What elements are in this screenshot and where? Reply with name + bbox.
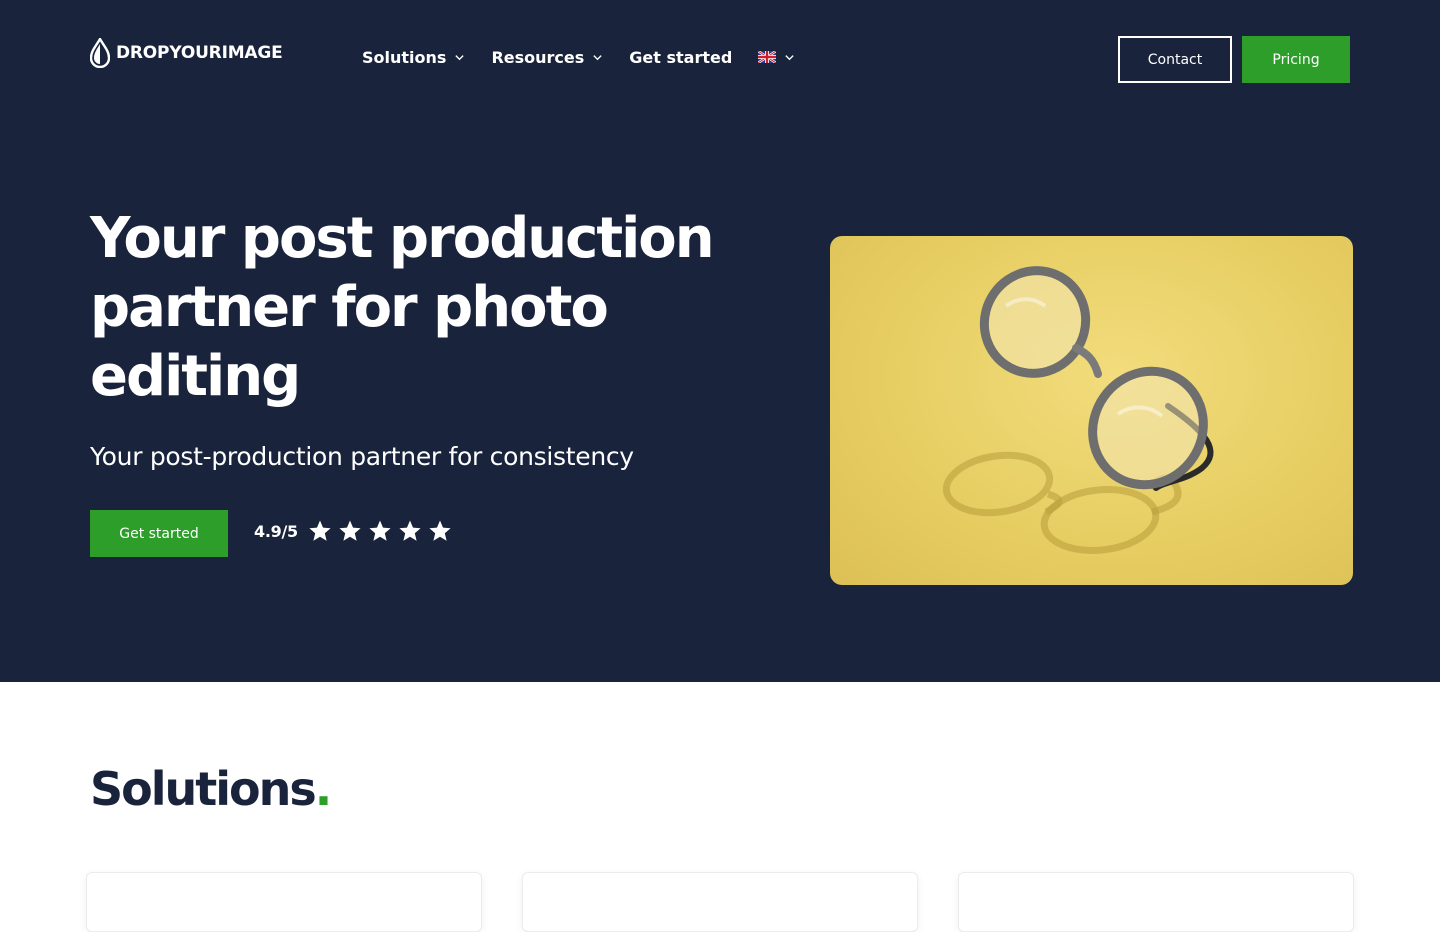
solution-card[interactable] xyxy=(522,872,918,932)
hero-title: Your post production partner for photo e… xyxy=(90,206,715,409)
nav-item-resources[interactable]: Resources xyxy=(491,48,603,67)
brand-name: DROPYOURIMAGE xyxy=(116,43,283,63)
hero-subtitle: Your post-production partner for consist… xyxy=(90,442,634,471)
star-icon xyxy=(309,520,331,541)
nav-item-label: Resources xyxy=(491,47,585,67)
get-started-button[interactable]: Get started xyxy=(90,510,228,557)
nav-item-get-started[interactable]: Get started xyxy=(629,48,732,67)
solution-card[interactable] xyxy=(86,872,482,932)
brand-logo[interactable]: DROPYOURIMAGE xyxy=(90,38,283,68)
star-icon xyxy=(429,520,451,541)
uk-flag-icon xyxy=(758,51,777,63)
nav-item-solutions[interactable]: Solutions xyxy=(362,48,465,67)
drop-logo-icon xyxy=(90,38,110,68)
rating-score: 4.9/5 xyxy=(254,521,298,541)
star-icon xyxy=(339,520,361,541)
nav-item-label: Solutions xyxy=(362,47,447,67)
chevron-down-icon xyxy=(593,54,602,60)
rating-stars xyxy=(308,519,452,543)
hero-image xyxy=(830,236,1353,585)
chevron-down-icon xyxy=(455,54,465,60)
main-nav: Solutions Resources Get started xyxy=(362,44,821,70)
solutions-heading-dot: . xyxy=(314,762,333,816)
language-selector[interactable] xyxy=(758,51,795,63)
star-icon xyxy=(369,520,391,541)
rating: 4.9/5 xyxy=(254,516,452,546)
solutions-heading-text: Solutions xyxy=(90,762,317,816)
glasses-photo-icon xyxy=(942,266,1214,554)
nav-item-label: Get started xyxy=(629,47,733,67)
star-icon xyxy=(399,520,421,541)
chevron-down-icon xyxy=(785,54,794,60)
hero-section: DROPYOURIMAGE Solutions Resources Get st… xyxy=(0,0,1440,682)
pricing-button[interactable]: Pricing xyxy=(1242,36,1350,83)
solutions-heading: Solutions. xyxy=(90,762,333,816)
solution-card[interactable] xyxy=(958,872,1354,932)
contact-button[interactable]: Contact xyxy=(1118,36,1232,83)
